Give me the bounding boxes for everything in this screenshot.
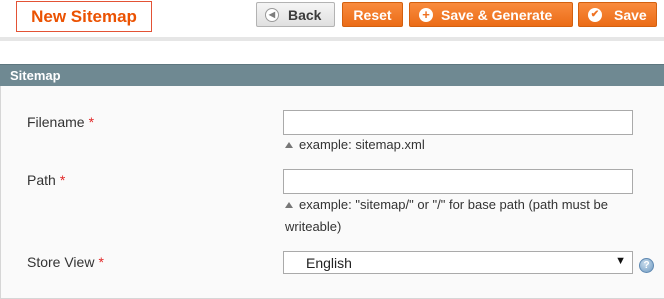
store-view-label: Store View *	[27, 254, 104, 270]
header-divider	[0, 37, 664, 41]
store-view-selected-value: English	[306, 254, 352, 271]
back-arrow-icon: ◀	[265, 7, 279, 22]
reset-button-label: Reset	[353, 6, 392, 23]
filename-label: Filename *	[27, 114, 94, 130]
page-title: New Sitemap	[16, 1, 152, 32]
save-button[interactable]: ✔ Save	[578, 2, 657, 27]
save-and-generate-label: Save & Generate	[441, 6, 553, 23]
required-mark: *	[59, 172, 66, 188]
back-button-label: Back	[288, 6, 322, 23]
filename-note-text: example: sitemap.xml	[299, 137, 425, 152]
help-icon[interactable]: ?	[639, 258, 654, 273]
fieldset-legend: Sitemap	[0, 64, 664, 86]
chevron-down-icon: ▼	[615, 255, 626, 267]
note-triangle-icon	[285, 142, 293, 148]
path-label-text: Path	[27, 172, 56, 188]
note-triangle-icon	[285, 202, 293, 208]
required-mark: *	[88, 114, 95, 130]
save-and-generate-button[interactable]: + Save & Generate	[409, 2, 573, 27]
path-label: Path *	[27, 172, 65, 188]
save-button-label: Save	[614, 6, 647, 23]
check-icon: ✔	[588, 7, 602, 22]
path-note: example: "sitemap/" or "/" for base path…	[285, 194, 635, 238]
path-note-text: example: "sitemap/" or "/" for base path…	[285, 197, 608, 234]
back-button[interactable]: ◀ Back	[256, 2, 335, 27]
plus-icon: +	[419, 7, 433, 22]
filename-note: example: sitemap.xml	[285, 134, 645, 156]
path-input[interactable]	[283, 169, 633, 194]
reset-button[interactable]: Reset	[342, 2, 403, 27]
filename-input[interactable]	[283, 110, 633, 135]
filename-label-text: Filename	[27, 114, 85, 130]
required-mark: *	[98, 254, 104, 270]
store-view-select[interactable]: English ▼	[283, 251, 633, 274]
store-view-label-text: Store View	[27, 254, 95, 270]
